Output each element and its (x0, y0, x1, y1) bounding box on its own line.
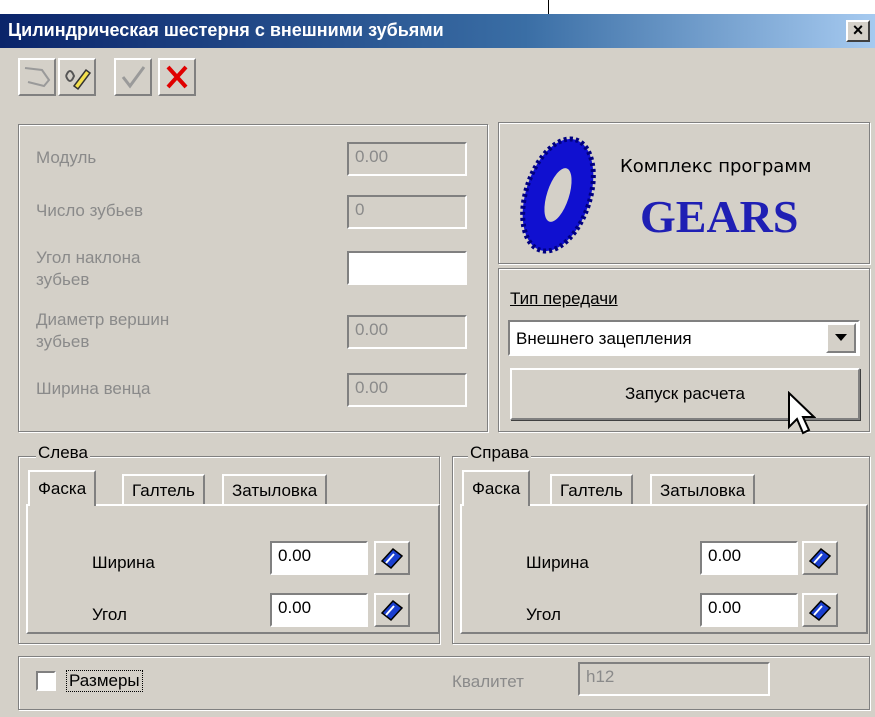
eraser-icon (380, 547, 404, 570)
right-tab-relief[interactable]: Затыловка (650, 474, 756, 506)
select-button[interactable] (18, 58, 56, 96)
gear-type-selected: Внешнего зацепления (516, 329, 692, 348)
edit-icon (65, 68, 92, 91)
left-angle-label: Угол (92, 605, 127, 624)
tip-diameter-label-line1: Диаметр вершин (36, 310, 170, 329)
tip-diameter-label-line2: зубьев (36, 332, 90, 351)
close-button[interactable]: × (846, 20, 870, 42)
left-tab-relief[interactable]: Затыловка (222, 474, 328, 506)
teeth-count-field[interactable]: 0 (347, 195, 467, 229)
eraser-icon (380, 599, 404, 622)
tip-diameter-field[interactable]: 0.00 (347, 315, 467, 349)
module-label: Модуль (36, 148, 97, 167)
right-tab-chamfer[interactable]: Фаска (462, 470, 531, 506)
dimensions-checkbox[interactable] (36, 671, 56, 691)
apply-button[interactable] (114, 58, 152, 96)
left-tab-chamfer[interactable]: Фаска (28, 470, 97, 506)
helix-angle-label: Угол наклона зубьев (36, 247, 140, 291)
chevron-down-icon (835, 334, 847, 341)
right-width-field[interactable]: 0.00 (700, 541, 798, 575)
delete-icon (166, 65, 188, 89)
check-icon (121, 66, 146, 89)
left-angle-field[interactable]: 0.00 (270, 593, 368, 627)
right-angle-label: Угол (526, 605, 561, 624)
window-title: Цилиндрическая шестерня с внешними зубья… (8, 20, 444, 40)
face-width-label: Ширина венца (36, 379, 151, 398)
quality-label: Квалитет (452, 672, 524, 691)
helix-angle-field[interactable] (347, 251, 467, 285)
helix-angle-label-line2: зубьев (36, 270, 90, 289)
delete-button[interactable] (158, 58, 196, 96)
left-angle-pick-button[interactable] (374, 593, 410, 627)
quality-field[interactable]: h12 (578, 662, 770, 696)
edit-button[interactable] (58, 58, 96, 96)
eraser-icon (808, 547, 832, 570)
module-field[interactable]: 0.00 (347, 142, 467, 176)
right-angle-pick-button[interactable] (802, 593, 838, 627)
logo-brand: GEARS (640, 191, 799, 242)
title-bar[interactable]: Цилиндрическая шестерня с внешними зубья… (0, 14, 875, 48)
right-angle-field[interactable]: 0.00 (700, 593, 798, 627)
gear-logo-icon (520, 136, 596, 254)
teeth-count-label: Число зубьев (36, 201, 143, 220)
logo-caption: Комплекс программ (620, 156, 812, 177)
left-width-pick-button[interactable] (374, 541, 410, 575)
left-group-title: Слева (36, 443, 90, 463)
dimensions-label[interactable]: Размеры (66, 670, 143, 692)
right-width-pick-button[interactable] (802, 541, 838, 575)
eraser-icon (808, 599, 832, 622)
left-tab-fillet[interactable]: Галтель (122, 474, 205, 506)
dropdown-button[interactable] (826, 323, 856, 353)
gear-type-label: Тип передачи (510, 289, 618, 308)
right-tab-fillet[interactable]: Галтель (550, 474, 633, 506)
right-group-title: Справа (468, 443, 531, 463)
right-width-label: Ширина (526, 553, 589, 572)
gear-type-select[interactable]: Внешнего зацепления (508, 320, 860, 356)
tip-diameter-label: Диаметр вершин зубьев (36, 309, 169, 353)
face-width-field[interactable]: 0.00 (347, 373, 467, 407)
helix-angle-label-line1: Угол наклона (36, 248, 141, 267)
left-width-label: Ширина (92, 553, 155, 572)
select-icon (24, 67, 51, 88)
left-width-field[interactable]: 0.00 (270, 541, 368, 575)
dialog-window: Цилиндрическая шестерня с внешними зубья… (0, 14, 875, 717)
mouse-cursor-icon (788, 391, 816, 435)
